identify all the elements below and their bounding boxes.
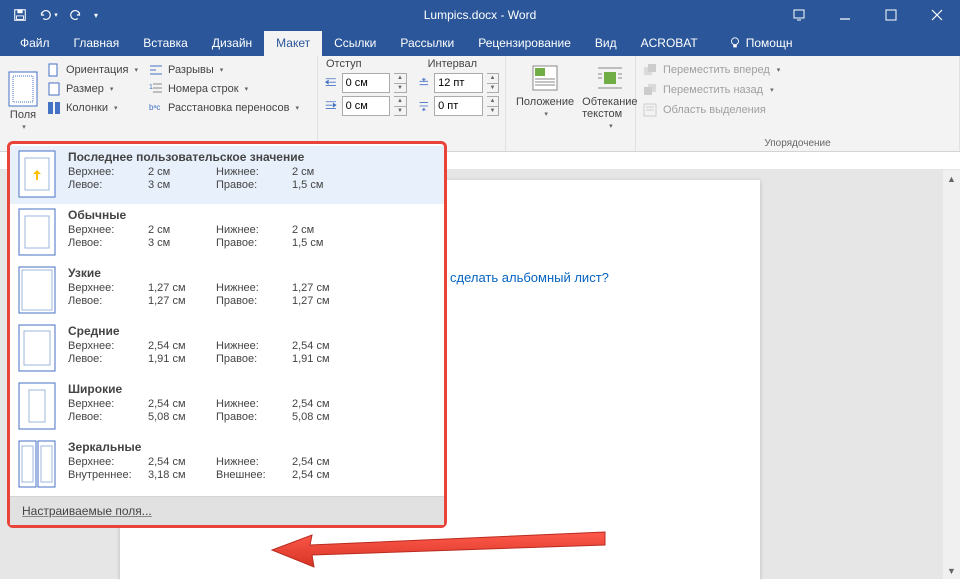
columns-button[interactable]: Колонки▾ [46, 100, 138, 116]
window-title: Lumpics.docx - Word [424, 8, 536, 22]
margins-option-moderate[interactable]: Средние Верхнее:2,54 смНижнее:2,54 см Ле… [10, 320, 444, 378]
indent-label: Отступ [326, 58, 362, 70]
scroll-down-button[interactable]: ▼ [943, 562, 960, 579]
ribbon-tabs: Файл Главная Вставка Дизайн Макет Ссылки… [0, 30, 960, 56]
maximize-button[interactable] [868, 0, 914, 30]
margins-option-last-custom[interactable]: Последнее пользовательское значение Верх… [10, 146, 444, 204]
indent-right-icon [324, 98, 338, 114]
tab-review[interactable]: Рецензирование [466, 31, 583, 56]
margins-icon [8, 71, 38, 107]
breaks-icon [148, 62, 164, 78]
margins-button[interactable]: Поля ▾ [4, 60, 42, 135]
minimize-button[interactable] [822, 0, 868, 30]
indent-left-spinner[interactable]: ▲▼ [394, 73, 406, 93]
ribbon: Поля ▾ Ориентация▾ Размер▾ Колонки▾ Разр… [0, 56, 960, 152]
tab-references[interactable]: Ссылки [322, 31, 388, 56]
tab-home[interactable]: Главная [62, 31, 132, 56]
margins-thumb-icon [18, 150, 56, 198]
undo-button[interactable]: ▾ [36, 3, 60, 27]
tab-acrobat[interactable]: ACROBAT [629, 31, 710, 56]
size-button[interactable]: Размер▾ [46, 81, 138, 97]
arrange-group-label: Упорядочение [636, 138, 959, 149]
margins-option-normal[interactable]: Обычные Верхнее:2 смНижнее:2 см Левое:3 … [10, 204, 444, 262]
tab-layout[interactable]: Макет [264, 31, 322, 56]
orientation-button[interactable]: Ориентация▾ [46, 62, 138, 78]
group-paragraph: Отступ Интервал 0 см ▲▼ 12 пт ▲▼ 0 см ▲▼… [318, 56, 506, 151]
selection-pane-icon [642, 102, 658, 118]
qat-customize[interactable]: ▾ [94, 11, 98, 20]
breaks-button[interactable]: Разрывы▾ [148, 62, 299, 78]
redo-button[interactable] [64, 3, 88, 27]
save-button[interactable] [8, 3, 32, 27]
indent-left-input[interactable]: 0 см [342, 73, 391, 93]
ribbon-display-options[interactable] [776, 0, 822, 30]
indent-left-icon [324, 75, 338, 91]
tab-design[interactable]: Дизайн [200, 31, 264, 56]
indent-right-input[interactable]: 0 см [342, 96, 391, 116]
wrap-text-button[interactable]: Обтекание текстом▾ [578, 62, 641, 149]
group-page-setup: Поля ▾ Ориентация▾ Размер▾ Колонки▾ Разр… [0, 56, 318, 151]
hyphenation-icon: bᵃc [148, 100, 164, 116]
tell-me[interactable]: Помощн [716, 31, 805, 56]
margins-option-wide[interactable]: Широкие Верхнее:2,54 смНижнее:2,54 см Ле… [10, 378, 444, 436]
margins-option-narrow[interactable]: Узкие Верхнее:1,27 смНижнее:1,27 см Лево… [10, 262, 444, 320]
spacing-before-icon [417, 75, 431, 91]
line-numbers-button[interactable]: 1Номера строк▾ [148, 81, 299, 97]
indent-right-spinner[interactable]: ▲▼ [394, 96, 406, 116]
interval-label: Интервал [428, 58, 477, 70]
lightbulb-icon [728, 36, 742, 50]
line-numbers-icon: 1 [148, 81, 164, 97]
position-button[interactable]: Положение▾ [512, 62, 578, 149]
position-icon [529, 62, 561, 94]
group-position: Положение▾ Обтекание текстом▾ [506, 56, 636, 151]
bring-forward-button: Переместить вперед▾ [642, 60, 953, 80]
spacing-before-input[interactable]: 12 пт [434, 73, 483, 93]
columns-icon [46, 100, 62, 116]
spacing-after-icon [417, 98, 431, 114]
margins-option-mirrored[interactable]: Зеркальные Верхнее:2,54 смНижнее:2,54 см… [10, 436, 444, 494]
spacing-before-spinner[interactable]: ▲▼ [487, 73, 499, 93]
tab-file[interactable]: Файл [8, 31, 62, 56]
close-button[interactable] [914, 0, 960, 30]
document-hyperlink[interactable]: сделать альбомный лист? [450, 270, 609, 285]
wrap-text-icon [594, 62, 626, 94]
tab-mailings[interactable]: Рассылки [388, 31, 466, 56]
hyphenation-button[interactable]: bᵃcРасстановка переносов▾ [148, 100, 299, 116]
tab-view[interactable]: Вид [583, 31, 629, 56]
scroll-up-button[interactable]: ▲ [943, 170, 960, 187]
tab-insert[interactable]: Вставка [131, 31, 200, 56]
send-backward-button: Переместить назад▾ [642, 80, 953, 100]
selection-pane-button: Область выделения [642, 100, 953, 120]
orientation-icon [46, 62, 62, 78]
spacing-after-spinner[interactable]: ▲▼ [487, 96, 499, 116]
send-backward-icon [642, 82, 658, 98]
margins-dropdown: Последнее пользовательское значение Верх… [7, 141, 447, 528]
svg-text:bᵃc: bᵃc [149, 103, 160, 112]
titlebar: ▾ ▾ Lumpics.docx - Word [0, 0, 960, 30]
svg-text:1: 1 [149, 84, 153, 91]
custom-margins-button[interactable]: Настраиваемые поля... [10, 496, 444, 525]
chevron-down-icon: ▾ [22, 123, 26, 131]
bring-forward-icon [642, 62, 658, 78]
group-arrange: Переместить вперед▾ Переместить назад▾ О… [636, 56, 960, 151]
vertical-scrollbar[interactable]: ▲ ▼ [943, 170, 960, 579]
spacing-after-input[interactable]: 0 пт [434, 96, 483, 116]
page-size-icon [46, 81, 62, 97]
